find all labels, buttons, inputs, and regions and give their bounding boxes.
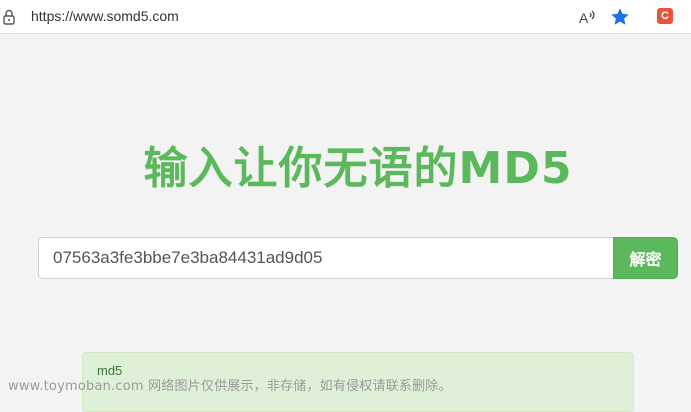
watermark-text: www.toymoban.com 网络图片仅供展示，非存储，如有侵权请联系删除。 (8, 379, 452, 394)
page-title: 输入让你无语的MD5 (143, 143, 573, 194)
extension-c-icon[interactable]: C (657, 8, 673, 24)
browser-address-bar: https://www.somd5.com A C (0, 0, 691, 34)
decrypt-button[interactable]: 解密 (613, 237, 678, 279)
url-text[interactable]: https://www.somd5.com (31, 8, 179, 24)
md5-search-input[interactable] (38, 237, 614, 279)
lock-icon[interactable] (2, 9, 16, 25)
read-aloud-icon[interactable]: A (577, 7, 597, 27)
star-icon[interactable] (609, 6, 631, 28)
svg-text:A: A (579, 10, 589, 26)
